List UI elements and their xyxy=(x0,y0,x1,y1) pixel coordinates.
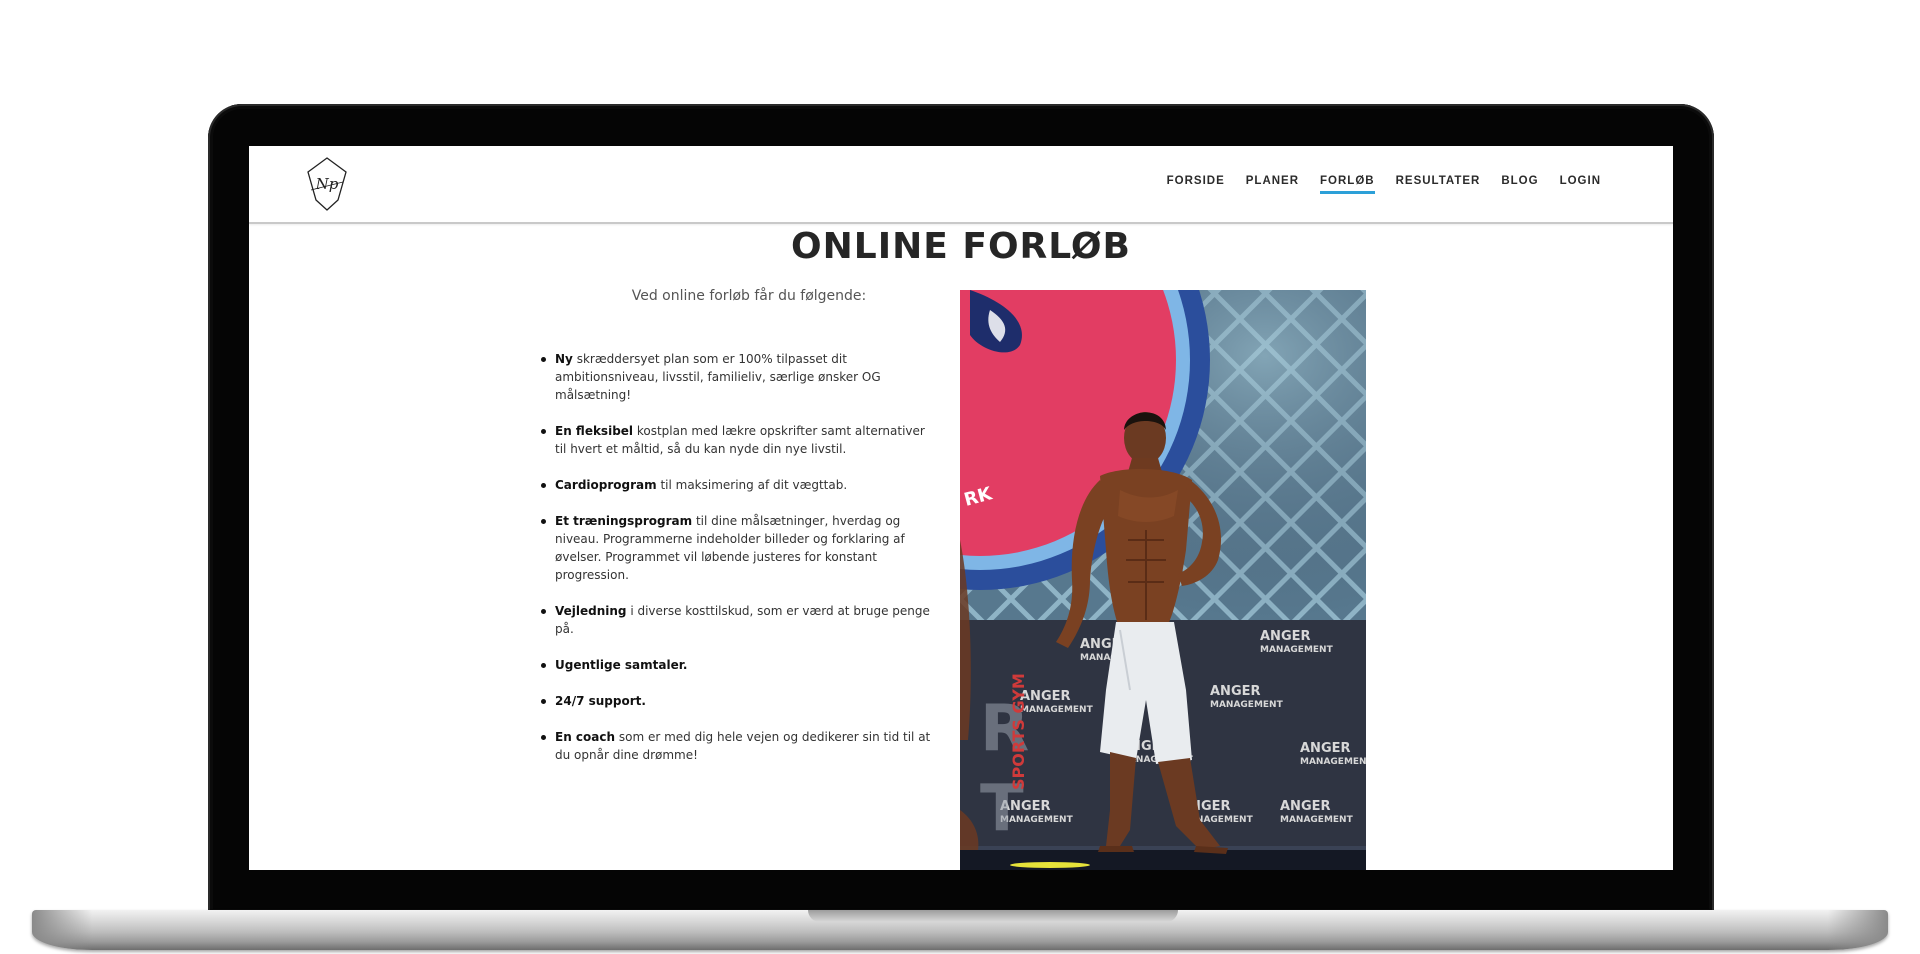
nav-item-login[interactable]: LOGIN xyxy=(1560,175,1601,191)
svg-text:MANAGEMENT: MANAGEMENT xyxy=(1020,705,1094,715)
list-item: En fleksibel kostplan med lækre opskrift… xyxy=(539,422,939,458)
svg-text:MANAGEMENT: MANAGEMENT xyxy=(1280,815,1354,825)
intro-text: Ved online forløb får du følgende: xyxy=(631,288,867,304)
list-item: Vejledning i diverse kosttilskud, som er… xyxy=(539,602,939,638)
page-title: ONLINE FORLØB xyxy=(791,226,1131,267)
nav-item-blog[interactable]: BLOG xyxy=(1501,175,1538,191)
site-logo[interactable]: Np xyxy=(305,156,349,212)
logo-icon: Np xyxy=(307,157,347,211)
site-header: Np FORSIDE PLANER FORLØB RESULTATER BLOG… xyxy=(249,146,1673,224)
athlete-stage-photo: RK ANGER MANAGEMENT ANGER MANAGEMENT ANG… xyxy=(960,290,1366,870)
list-item: 24/7 support. xyxy=(539,692,939,710)
feature-title: Cardioprogram xyxy=(555,478,657,492)
feature-list: Ny skræddersyet plan som er 100% tilpass… xyxy=(539,350,939,782)
svg-text:MANAGEMENT: MANAGEMENT xyxy=(1300,757,1366,767)
svg-text:ANGER: ANGER xyxy=(1280,799,1331,814)
feature-title: Ny xyxy=(555,352,573,366)
feature-title: Ugentlige samtaler. xyxy=(555,658,688,672)
side-text: SPORTS GYM xyxy=(1009,673,1028,790)
feature-title: En fleksibel xyxy=(555,424,634,438)
laptop-mockup: Np FORSIDE PLANER FORLØB RESULTATER BLOG… xyxy=(0,0,1920,954)
svg-text:ANGER: ANGER xyxy=(1210,684,1261,699)
base-edge-left xyxy=(32,910,92,950)
svg-text:ANGER: ANGER xyxy=(1260,629,1311,644)
stage-photo-icon: RK ANGER MANAGEMENT ANGER MANAGEMENT ANG… xyxy=(960,290,1366,870)
feature-title: Vejledning xyxy=(555,604,627,618)
list-item: Ny skræddersyet plan som er 100% tilpass… xyxy=(539,350,939,404)
laptop-base xyxy=(32,910,1888,950)
nav-item-planer[interactable]: PLANER xyxy=(1246,175,1299,191)
feature-text: til maksimering af dit vægttab. xyxy=(656,478,848,492)
list-item: En coach som er med dig hele vejen og de… xyxy=(539,728,939,764)
laptop-hinge-notch xyxy=(808,910,1178,922)
feature-title: Et træningsprogram xyxy=(555,514,693,528)
svg-text:MANAGEMENT: MANAGEMENT xyxy=(1210,700,1284,710)
nav-item-forlob[interactable]: FORLØB xyxy=(1320,175,1375,194)
feature-title: 24/7 support. xyxy=(555,694,646,708)
feature-title: En coach xyxy=(555,730,616,744)
svg-text:MANAGEMENT: MANAGEMENT xyxy=(1260,645,1334,655)
base-edge-right xyxy=(1828,910,1888,950)
main-nav: FORSIDE PLANER FORLØB RESULTATER BLOG LO… xyxy=(1167,175,1601,194)
list-item: Et træningsprogram til dine målsætninger… xyxy=(539,512,939,584)
nav-item-resultater[interactable]: RESULTATER xyxy=(1396,175,1481,191)
laptop-screen: Np FORSIDE PLANER FORLØB RESULTATER BLOG… xyxy=(249,146,1673,870)
list-item: Cardioprogram til maksimering af dit væg… xyxy=(539,476,939,494)
svg-text:ANGER: ANGER xyxy=(1300,741,1351,756)
nav-item-forside[interactable]: FORSIDE xyxy=(1167,175,1225,191)
list-item: Ugentlige samtaler. xyxy=(539,656,939,674)
feature-text: skræddersyet plan som er 100% tilpasset … xyxy=(555,352,881,402)
